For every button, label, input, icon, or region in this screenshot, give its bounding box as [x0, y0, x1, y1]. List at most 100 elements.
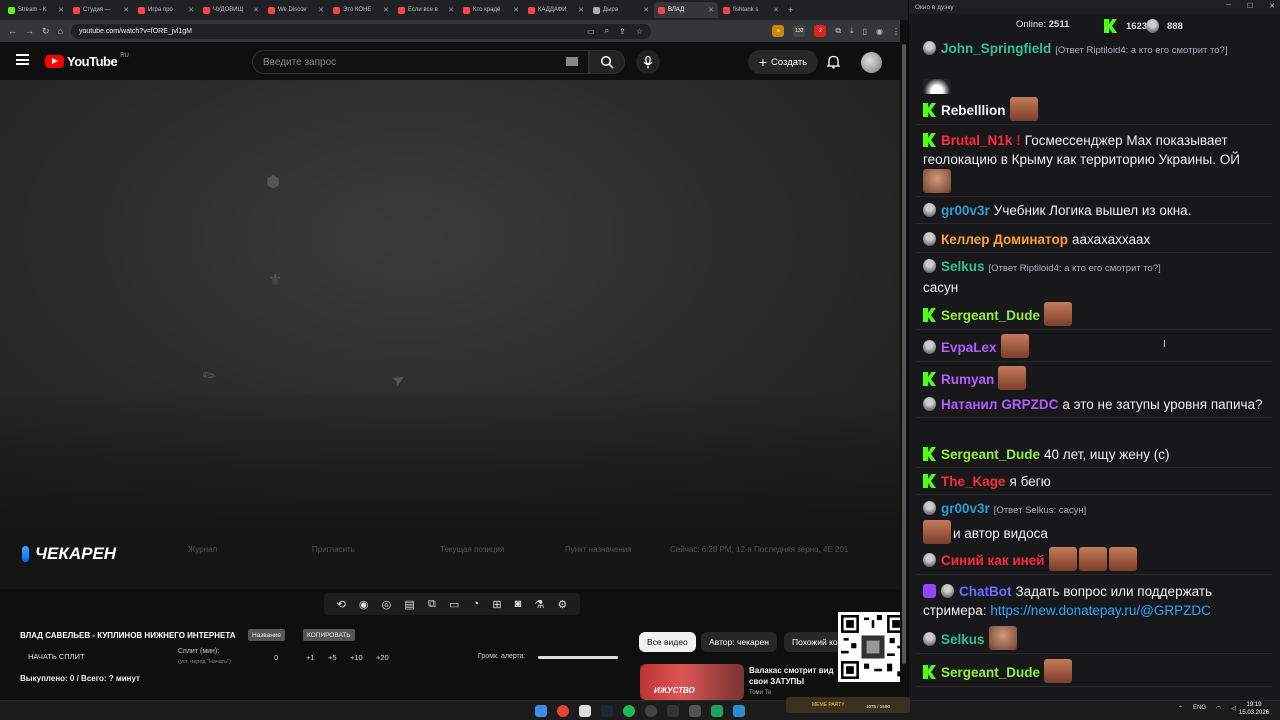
home-icon[interactable]: ⌂ — [58, 26, 63, 36]
bookmark-icon[interactable]: ☆ — [636, 27, 643, 36]
extension-icon[interactable]: 2 — [814, 25, 827, 37]
chip-all-videos[interactable]: Все видео — [639, 632, 696, 652]
chat-username[interactable]: Синий как иней — [941, 553, 1045, 568]
spotify-icon[interactable] — [623, 705, 635, 717]
minimize-icon[interactable]: ─ — [1226, 2, 1231, 10]
app-icon[interactable] — [579, 705, 591, 717]
donation-link[interactable]: https://new.donatepay.ru/@GRPZDC — [990, 603, 1211, 618]
sidebar-icon[interactable]: ▯ — [863, 27, 867, 36]
split-plus-5-button[interactable]: +5 — [328, 653, 337, 662]
flask-icon[interactable]: ⚗ — [534, 598, 544, 611]
wifi-icon[interactable]: ◠ — [1216, 705, 1221, 712]
chat-username[interactable]: Sergeant_Dude — [941, 665, 1040, 680]
tab-close-icon[interactable]: ✕ — [123, 6, 129, 14]
back-icon[interactable]: ← — [8, 26, 17, 36]
tab-close-icon[interactable]: ✕ — [773, 6, 779, 14]
maximize-icon[interactable]: ☐ — [1247, 2, 1253, 10]
browser-tab[interactable]: Если все в ✕ — [394, 2, 458, 18]
chip-author[interactable]: Автор: чекарен — [701, 632, 777, 652]
loop-icon[interactable]: ⟲ — [337, 598, 346, 611]
chat-username[interactable]: Келлер Доминатор — [941, 232, 1068, 247]
browser-tab[interactable]: КАДДАФИ ✕ — [524, 2, 588, 18]
tab-close-icon[interactable]: ✕ — [448, 6, 454, 14]
chat-username[interactable]: ChatBot — [959, 584, 1012, 599]
recommended-video-author[interactable]: Томи Те — [749, 690, 771, 696]
split-plus-1-button[interactable]: +1 — [306, 653, 315, 662]
chat-username[interactable]: The_Kage — [941, 474, 1006, 489]
tab-close-icon[interactable]: ✕ — [578, 6, 584, 14]
reload-icon[interactable]: ↻ — [42, 26, 50, 37]
meme-party-widget[interactable]: MEME PARTY — [786, 697, 910, 713]
browser-tab[interactable]: Кто крадё ✕ — [459, 2, 523, 18]
browser-tab[interactable]: Студия — ✕ — [69, 2, 133, 18]
tab-close-icon[interactable]: ✕ — [513, 6, 519, 14]
copy-chip[interactable]: КОПИРОВАТЬ — [303, 629, 355, 641]
chat-username-secondary[interactable]: GRPZDC — [1001, 397, 1058, 412]
eye-icon[interactable]: ◎ — [382, 598, 392, 611]
tab-close-icon[interactable]: ✕ — [253, 6, 259, 14]
chrome-icon[interactable] — [557, 705, 569, 717]
voice-search-button[interactable] — [636, 50, 660, 74]
close-icon[interactable]: ✕ — [1269, 2, 1275, 10]
chat-username[interactable]: Selkus — [941, 632, 985, 647]
chat-username[interactable]: Rebelllion — [941, 103, 1006, 118]
chat-username[interactable]: John_Springfield — [941, 41, 1051, 56]
chip-similar[interactable]: Похожий ко — [784, 632, 844, 652]
chat-username[interactable]: gr00v3r — [941, 501, 990, 516]
start-menu-icon[interactable] — [535, 705, 547, 717]
youtube-logo[interactable]: YouTube RU — [45, 53, 129, 69]
zoom-icon[interactable]: ⌕ — [605, 26, 609, 36]
browser-tab[interactable]: ЧУДОВИЩ ✕ — [199, 2, 263, 18]
tab-close-icon[interactable]: ✕ — [643, 6, 649, 14]
share-icon[interactable]: ⇪ — [619, 27, 626, 36]
browser-tab[interactable]: Игра про ✕ — [134, 2, 198, 18]
tab-close-icon[interactable]: ✕ — [58, 6, 64, 14]
language-indicator[interactable]: ENG — [1193, 705, 1206, 712]
browser-tab[interactable]: fishtank s ✕ — [719, 2, 783, 18]
browser-tab[interactable]: Stream - K ✕ — [4, 2, 68, 18]
create-button[interactable]: + Создать — [748, 50, 818, 74]
settings-gear-icon[interactable]: ⚙ — [557, 598, 567, 611]
broadcast-icon[interactable]: ◉ — [359, 598, 369, 611]
browser-tab[interactable]: We Discov ✕ — [264, 2, 328, 18]
tray-up-icon[interactable]: ⌃ — [1178, 705, 1183, 712]
chat-username[interactable]: Rumyan — [941, 372, 994, 387]
chat-username[interactable]: Sergeant_Dude — [941, 308, 1040, 323]
volume-icon[interactable]: ◁ — [1231, 705, 1236, 712]
chat-message-list[interactable]: John_Springfield [Ответ Riptiloid4: а кто… — [909, 36, 1280, 691]
user-avatar[interactable] — [861, 52, 882, 73]
subtitles-icon[interactable]: ▭ — [449, 598, 459, 611]
url-field[interactable]: youtube.com/watch?v=fORE_jvl1gM ▭ ⌕ ⇪ ☆ — [70, 23, 651, 39]
obs-icon[interactable] — [645, 705, 657, 717]
add-clip-icon[interactable]: ⊞ — [492, 598, 501, 611]
extension-icon[interactable]: 132 — [793, 25, 806, 37]
forward-icon[interactable]: → — [25, 26, 34, 36]
speedometer-icon[interactable]: ◔ — [473, 598, 480, 610]
picture-in-picture-icon[interactable]: ⧉ — [428, 598, 436, 611]
app-icon[interactable] — [667, 705, 679, 717]
app-icon[interactable] — [711, 705, 723, 717]
name-chip[interactable]: Название — [248, 629, 286, 641]
chat-username[interactable]: Sergeant_Dude — [941, 447, 1040, 462]
search-input[interactable]: Введите запрос — [252, 50, 589, 74]
chat-username[interactable]: Натанил — [941, 397, 997, 412]
page-scrollbar-thumb[interactable] — [902, 44, 906, 664]
tab-close-icon[interactable]: ✕ — [188, 6, 194, 14]
browser-tab[interactable]: Дыра ✕ — [589, 2, 653, 18]
split-plus-10-button[interactable]: +10 — [350, 653, 363, 662]
puzzle-icon[interactable]: ⧉ — [835, 26, 841, 36]
tab-close-icon[interactable]: ✕ — [383, 6, 389, 14]
alert-volume-slider[interactable] — [538, 656, 618, 659]
video-player[interactable]: ⬢ ⚜ ✎ ➤ — [0, 80, 908, 527]
app-icon[interactable] — [689, 705, 701, 717]
download-icon[interactable]: ⤓ — [850, 26, 854, 36]
steam-icon[interactable] — [601, 705, 613, 717]
tab-close-icon[interactable]: ✕ — [708, 6, 714, 14]
chat-username[interactable]: Brutal_N1k — [941, 133, 1012, 148]
chat-username[interactable]: gr00v3r — [941, 203, 990, 218]
clapper-icon[interactable]: ▤ — [404, 598, 414, 611]
camera-icon[interactable]: ◙ — [515, 598, 522, 610]
browser-tab[interactable]: ВЛАД ✕ — [654, 2, 718, 18]
new-tab-icon[interactable]: + — [788, 5, 793, 15]
hamburger-icon[interactable] — [16, 54, 29, 65]
